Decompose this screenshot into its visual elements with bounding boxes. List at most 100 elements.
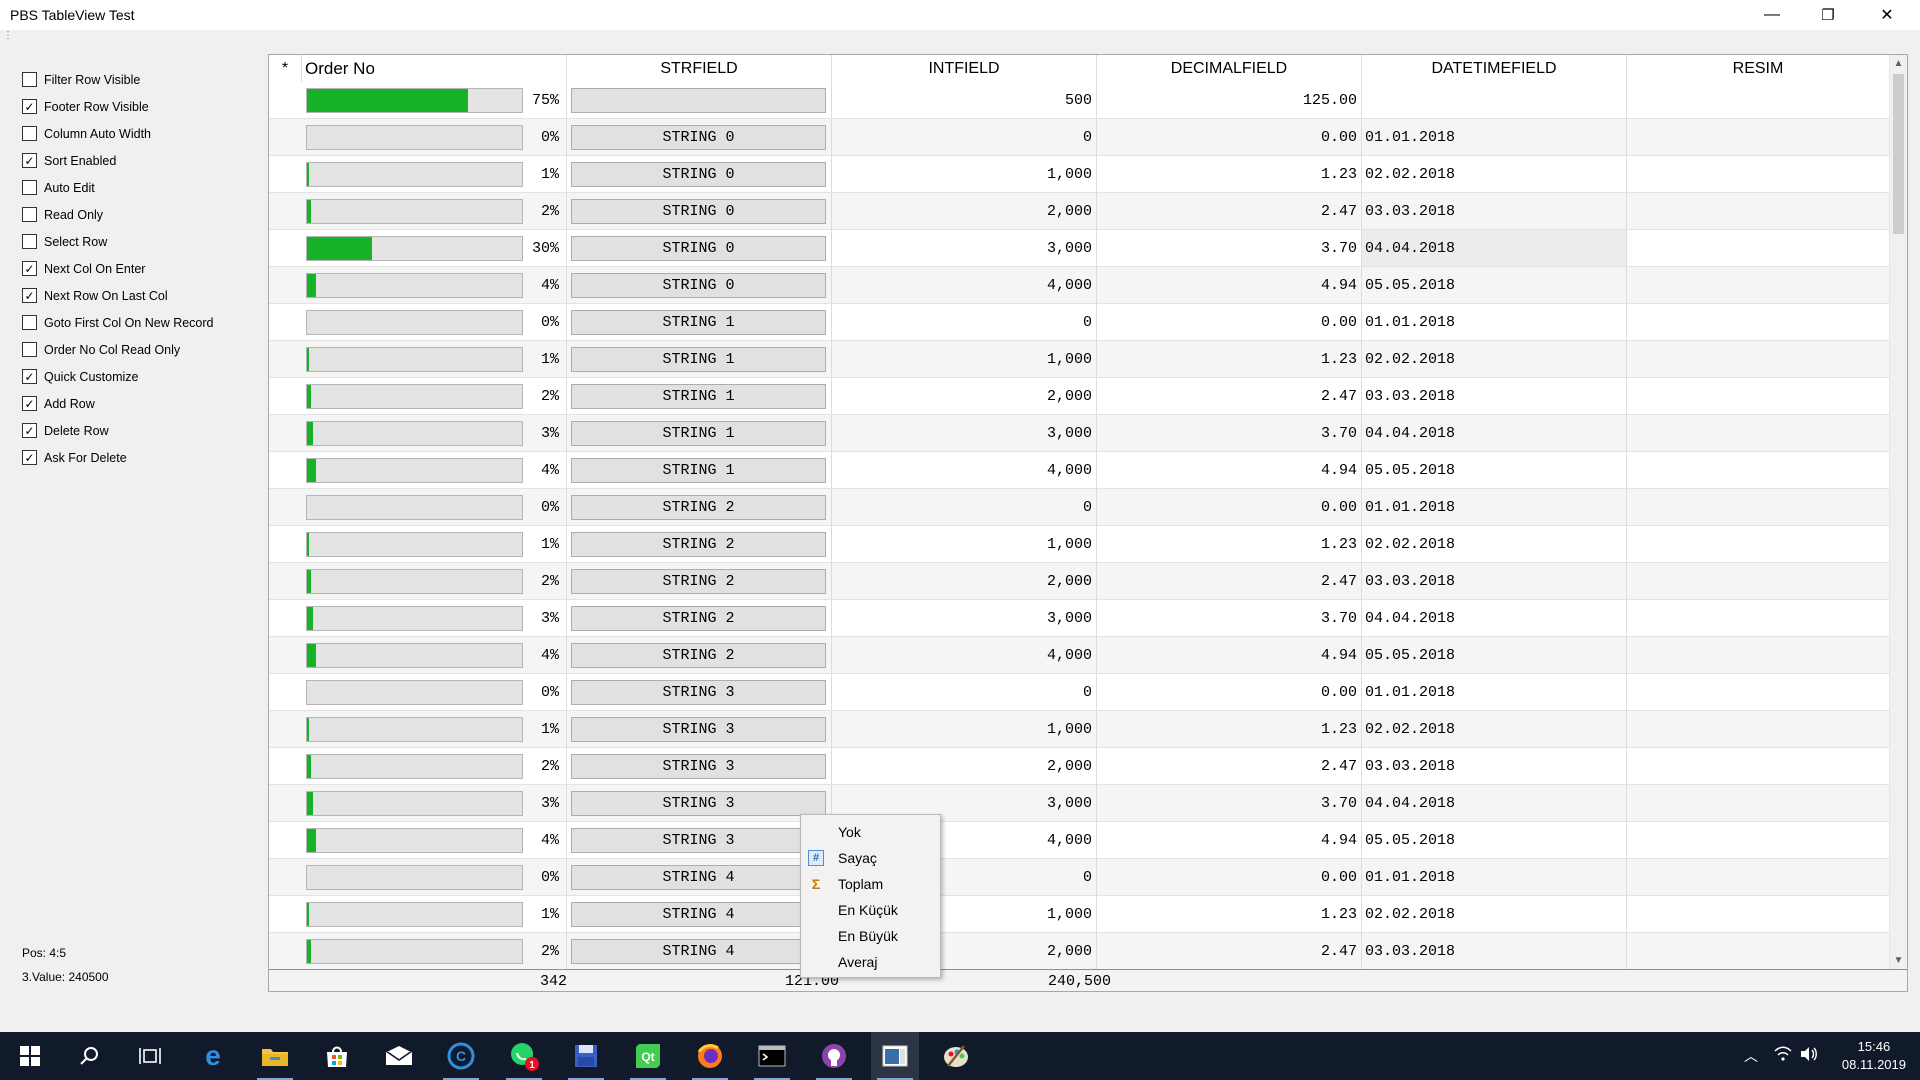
datetimefield-cell[interactable]: 05.05.2018 <box>1362 267 1627 303</box>
resim-cell[interactable] <box>1627 378 1889 414</box>
github-icon[interactable] <box>810 1032 858 1080</box>
menu-item-sayac[interactable]: # Sayaç <box>801 845 940 871</box>
datetimefield-cell[interactable]: 02.02.2018 <box>1362 711 1627 747</box>
intfield-cell[interactable]: 0 <box>832 304 1097 340</box>
row-indicator[interactable] <box>269 156 302 192</box>
checkbox-icon[interactable]: ✓ <box>22 450 37 465</box>
strfield-cell[interactable]: STRING 1 <box>567 341 832 377</box>
column-header-strfield[interactable]: STRFIELD <box>567 55 832 82</box>
checkbox-icon[interactable]: ✓ <box>22 423 37 438</box>
option-goto-first-col-on-new-record[interactable]: Goto First Col On New Record <box>22 309 262 336</box>
datetimefield-cell[interactable]: 01.01.2018 <box>1362 674 1627 710</box>
intfield-cell[interactable]: 4,000 <box>832 267 1097 303</box>
toolbar-grip-icon[interactable]: ⋮ <box>3 30 13 41</box>
order-no-cell[interactable]: 4% <box>302 637 567 673</box>
strfield-cell[interactable]: STRING 3 <box>567 748 832 784</box>
table-view[interactable]: * Order No STRFIELD INTFIELD DECIMALFIEL… <box>268 54 1908 992</box>
network-icon[interactable] <box>1774 1046 1792 1065</box>
intfield-cell[interactable]: 0 <box>832 489 1097 525</box>
table-row[interactable]: 0% STRING 0 0 0.00 01.01.2018 <box>269 119 1889 156</box>
order-no-cell[interactable]: 75% <box>302 82 567 118</box>
minimize-button[interactable]: — <box>1749 0 1795 30</box>
store-icon[interactable] <box>313 1032 361 1080</box>
checkbox-icon[interactable]: ✓ <box>22 261 37 276</box>
tableview-app-icon[interactable] <box>871 1032 919 1080</box>
resim-cell[interactable] <box>1627 341 1889 377</box>
table-row[interactable]: 4% STRING 0 4,000 4.94 05.05.2018 <box>269 267 1889 304</box>
resim-cell[interactable] <box>1627 896 1889 932</box>
menu-item-yok[interactable]: Yok <box>801 819 940 845</box>
strfield-cell[interactable]: STRING 4 <box>567 859 832 895</box>
column-header-resim[interactable]: RESIM <box>1627 55 1889 82</box>
table-row[interactable]: 0% STRING 3 0 0.00 01.01.2018 <box>269 674 1889 711</box>
resim-cell[interactable] <box>1627 748 1889 784</box>
task-view-icon[interactable] <box>126 1032 174 1080</box>
column-header-datetimefield[interactable]: DATETIMEFIELD <box>1362 55 1627 82</box>
table-row[interactable]: 1% STRING 3 1,000 1.23 02.02.2018 <box>269 711 1889 748</box>
order-no-cell[interactable]: 2% <box>302 563 567 599</box>
order-no-cell[interactable]: 4% <box>302 822 567 858</box>
table-row[interactable]: 4% STRING 2 4,000 4.94 05.05.2018 <box>269 637 1889 674</box>
resim-cell[interactable] <box>1627 489 1889 525</box>
strfield-cell[interactable]: STRING 4 <box>567 933 832 969</box>
option-select-row[interactable]: Select Row <box>22 228 262 255</box>
maximize-button[interactable]: ❐ <box>1805 0 1851 30</box>
qt-creator-icon[interactable]: Qt <box>624 1032 672 1080</box>
checkbox-icon[interactable] <box>22 207 37 222</box>
row-indicator[interactable] <box>269 193 302 229</box>
mail-icon[interactable] <box>375 1032 423 1080</box>
table-row[interactable]: 2% STRING 1 2,000 2.47 03.03.2018 <box>269 378 1889 415</box>
order-no-cell[interactable]: 0% <box>302 119 567 155</box>
strfield-cell[interactable]: STRING 0 <box>567 193 832 229</box>
order-no-cell[interactable]: 2% <box>302 748 567 784</box>
order-no-cell[interactable]: 1% <box>302 156 567 192</box>
string-button[interactable]: STRING 4 <box>571 939 826 964</box>
terminal-icon[interactable] <box>748 1032 796 1080</box>
menu-item-averaj[interactable]: Averaj <box>801 949 940 975</box>
order-no-cell[interactable]: 4% <box>302 267 567 303</box>
table-row[interactable]: 2% STRING 0 2,000 2.47 03.03.2018 <box>269 193 1889 230</box>
intfield-cell[interactable]: 2,000 <box>832 378 1097 414</box>
strfield-cell[interactable]: STRING 4 <box>567 896 832 932</box>
intfield-cell[interactable]: 1,000 <box>832 711 1097 747</box>
resim-cell[interactable] <box>1627 711 1889 747</box>
decimalfield-cell[interactable]: 4.94 <box>1097 452 1362 488</box>
intfield-cell[interactable]: 4,000 <box>832 452 1097 488</box>
resim-cell[interactable] <box>1627 452 1889 488</box>
string-button[interactable]: STRING 3 <box>571 828 826 853</box>
order-no-cell[interactable]: 3% <box>302 785 567 821</box>
strfield-cell[interactable]: STRING 0 <box>567 119 832 155</box>
strfield-cell[interactable]: STRING 3 <box>567 711 832 747</box>
string-button[interactable]: STRING 3 <box>571 717 826 742</box>
row-indicator[interactable] <box>269 563 302 599</box>
order-no-cell[interactable]: 1% <box>302 526 567 562</box>
row-indicator[interactable] <box>269 748 302 784</box>
strfield-cell[interactable]: STRING 0 <box>567 156 832 192</box>
datetimefield-cell[interactable]: 05.05.2018 <box>1362 637 1627 673</box>
decimalfield-cell[interactable]: 1.23 <box>1097 156 1362 192</box>
strfield-cell[interactable]: STRING 2 <box>567 563 832 599</box>
order-no-cell[interactable]: 2% <box>302 378 567 414</box>
decimalfield-cell[interactable]: 3.70 <box>1097 600 1362 636</box>
row-indicator[interactable] <box>269 933 302 969</box>
string-button[interactable]: STRING 2 <box>571 606 826 631</box>
option-ask-for-delete[interactable]: ✓ Ask For Delete <box>22 444 262 471</box>
string-button[interactable]: STRING 3 <box>571 680 826 705</box>
decimalfield-cell[interactable]: 3.70 <box>1097 230 1362 266</box>
intfield-cell[interactable]: 3,000 <box>832 415 1097 451</box>
datetimefield-cell[interactable]: 02.02.2018 <box>1362 156 1627 192</box>
decimalfield-cell[interactable]: 1.23 <box>1097 711 1362 747</box>
intfield-cell[interactable]: 1,000 <box>832 156 1097 192</box>
option-read-only[interactable]: Read Only <box>22 201 262 228</box>
decimalfield-cell[interactable]: 4.94 <box>1097 267 1362 303</box>
row-indicator[interactable] <box>269 637 302 673</box>
table-row[interactable]: 0% STRING 1 0 0.00 01.01.2018 <box>269 304 1889 341</box>
intfield-cell[interactable]: 0 <box>832 674 1097 710</box>
strfield-cell[interactable]: STRING 2 <box>567 489 832 525</box>
strfield-cell[interactable]: STRING 0 <box>567 267 832 303</box>
option-footer-row-visible[interactable]: ✓ Footer Row Visible <box>22 93 262 120</box>
resim-cell[interactable] <box>1627 674 1889 710</box>
option-filter-row-visible[interactable]: Filter Row Visible <box>22 66 262 93</box>
decimalfield-cell[interactable]: 1.23 <box>1097 526 1362 562</box>
edge-icon[interactable]: e <box>189 1032 237 1080</box>
